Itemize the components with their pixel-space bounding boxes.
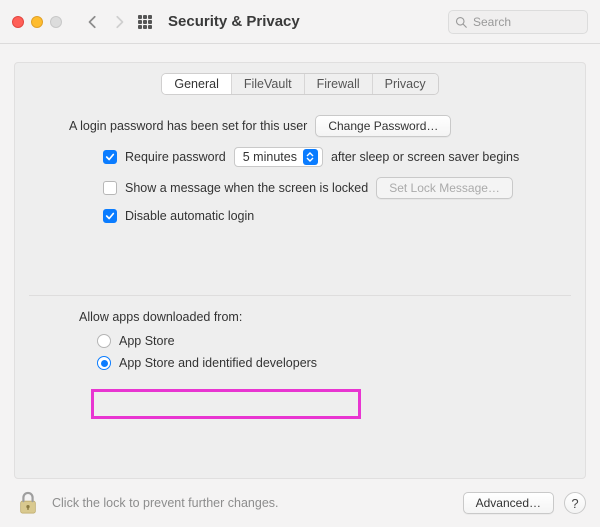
footer: Click the lock to prevent further change… bbox=[0, 479, 600, 527]
chevron-right-icon bbox=[112, 15, 126, 29]
tab-filevault[interactable]: FileVault bbox=[232, 74, 305, 94]
search-icon bbox=[455, 16, 467, 28]
chevron-up-down-icon bbox=[303, 149, 318, 165]
login-password-section: A login password has been set for this u… bbox=[15, 95, 585, 223]
show-lock-message-checkbox[interactable] bbox=[103, 181, 117, 195]
login-password-text: A login password has been set for this u… bbox=[69, 119, 307, 133]
checkmark-icon bbox=[105, 152, 115, 162]
annotation-highlight bbox=[91, 389, 361, 419]
allow-appstore-identified-radio[interactable] bbox=[97, 356, 111, 370]
allow-appstore-label: App Store bbox=[119, 334, 175, 348]
show-all-prefs-button[interactable] bbox=[132, 15, 164, 29]
search-wrap bbox=[448, 10, 588, 34]
search-input[interactable] bbox=[448, 10, 588, 34]
allow-apps-label: Allow apps downloaded from: bbox=[79, 310, 557, 324]
show-lock-message-label: Show a message when the screen is locked bbox=[125, 181, 368, 195]
require-password-delay-value: 5 minutes bbox=[243, 150, 297, 164]
window-title: Security & Privacy bbox=[168, 13, 300, 30]
change-password-button[interactable]: Change Password… bbox=[315, 115, 451, 137]
lock-icon bbox=[17, 490, 39, 516]
disable-auto-login-checkbox[interactable] bbox=[103, 209, 117, 223]
lock-button[interactable] bbox=[14, 489, 42, 517]
tab-general[interactable]: General bbox=[162, 74, 231, 94]
tabs: General FileVault Firewall Privacy bbox=[15, 73, 585, 95]
require-password-checkbox[interactable] bbox=[103, 150, 117, 164]
allow-appstore-radio[interactable] bbox=[97, 334, 111, 348]
help-button[interactable]: ? bbox=[564, 492, 586, 514]
title-bar: Security & Privacy bbox=[0, 0, 600, 44]
tab-firewall[interactable]: Firewall bbox=[305, 74, 373, 94]
allow-appstore-identified-label: App Store and identified developers bbox=[119, 356, 317, 370]
lock-help-text: Click the lock to prevent further change… bbox=[52, 496, 453, 510]
allow-apps-section: Allow apps downloaded from: App Store Ap… bbox=[15, 296, 585, 370]
checkmark-icon bbox=[105, 211, 115, 221]
disable-auto-login-label: Disable automatic login bbox=[125, 209, 254, 223]
forward-button[interactable] bbox=[106, 11, 132, 33]
minimize-window-icon[interactable] bbox=[31, 16, 43, 28]
preferences-panel: General FileVault Firewall Privacy A log… bbox=[14, 62, 586, 479]
set-lock-message-button: Set Lock Message… bbox=[376, 177, 513, 199]
require-password-delay-select[interactable]: 5 minutes bbox=[234, 147, 323, 167]
advanced-button[interactable]: Advanced… bbox=[463, 492, 554, 514]
traffic-lights bbox=[12, 16, 62, 28]
require-password-suffix: after sleep or screen saver begins bbox=[331, 150, 519, 164]
grid-icon bbox=[138, 15, 154, 29]
tab-privacy[interactable]: Privacy bbox=[373, 74, 438, 94]
require-password-label: Require password bbox=[125, 150, 226, 164]
chevron-left-icon bbox=[86, 15, 100, 29]
close-window-icon[interactable] bbox=[12, 16, 24, 28]
back-button[interactable] bbox=[80, 11, 106, 33]
zoom-window-icon bbox=[50, 16, 62, 28]
